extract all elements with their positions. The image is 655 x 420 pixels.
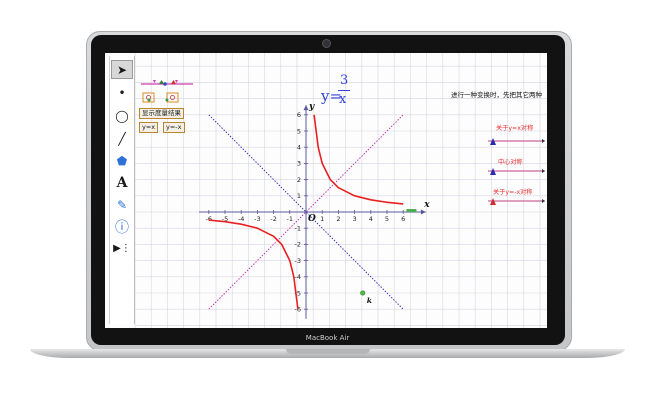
slider-label-center: 中心对称: [498, 159, 523, 166]
y-tick-label: -3: [295, 257, 301, 265]
slider-label-y-eq-x: 关于y=x对称: [496, 125, 534, 132]
y-tick-label: 1: [297, 192, 301, 200]
y-tick-label: -4: [295, 273, 301, 281]
laptop-notch: [286, 349, 370, 354]
y-eq-x-button[interactable]: y=x: [139, 122, 159, 133]
show-measure-button[interactable]: 显示度量结果: [139, 108, 184, 119]
x-tick-label: -2: [270, 215, 276, 223]
x-tick-label: -1: [287, 215, 293, 223]
point-k-label: k: [367, 296, 372, 305]
x-axis-arrow-icon: [420, 209, 426, 215]
device-brand: MacBook Air: [305, 334, 350, 342]
x-axis-label: x: [423, 200, 430, 210]
y-tick-label: 2: [297, 176, 301, 184]
custom-tool-icon[interactable]: ▶⋮: [111, 239, 133, 258]
y-axis-arrow-icon: [303, 105, 309, 111]
y-tick-label: -1: [295, 225, 301, 233]
x-tick-label: 2: [336, 215, 340, 223]
x-tick-label: -6: [206, 215, 212, 223]
x-tick-label: 3: [353, 215, 357, 223]
axis-handle: [406, 209, 417, 212]
mini-slider-point: [163, 82, 167, 86]
x-tick-label: -3: [254, 215, 260, 223]
control-point: [165, 98, 169, 102]
equation-fraction-bar: [338, 90, 350, 91]
straightedge-icon[interactable]: ╱: [111, 129, 133, 148]
y-tick-label: 6: [297, 111, 301, 119]
y-tick-label: 5: [297, 127, 301, 135]
x-tick-label: 5: [385, 215, 389, 223]
compass-circle-icon[interactable]: ◯: [111, 106, 133, 125]
marker-tool-icon[interactable]: ✎: [111, 195, 133, 214]
y-tick-label: 3: [297, 160, 301, 168]
toolbox: ➤ • ◯ ╱ ⬟ A ✎ ⓘ ▶⋮: [109, 56, 135, 324]
equation-denominator: x: [339, 92, 347, 107]
control-point: [147, 98, 151, 102]
transform-box-icon: [166, 92, 179, 103]
slider-end-icon: [542, 199, 545, 203]
mini-slider-handle: [159, 80, 164, 84]
x-tick-label: -4: [238, 215, 244, 223]
x-tick-label: 4: [369, 215, 373, 223]
instruction-text: 进行一种变换时，先把其它两种: [451, 91, 542, 99]
equation-numerator: 3: [340, 73, 349, 88]
point-tool-icon[interactable]: •: [111, 83, 133, 102]
y-tick-label: 4: [297, 144, 301, 152]
x-tick-label: 6: [401, 215, 405, 223]
y-eq-neg-x-button[interactable]: y=-x: [163, 122, 185, 133]
y-axis-label: y: [308, 102, 315, 112]
origin-label: O: [308, 214, 316, 224]
sketchpad-window: -6 -5 -4 -3 -2 -1 1 2 3 4 5 6 6 5 4 3 2 1 -1 -2 -3 -4 -5 -6 x y Ok…: [105, 53, 547, 328]
text-tool-icon[interactable]: A: [111, 173, 133, 192]
x-tick-label: 1: [320, 215, 324, 223]
camera-icon: [322, 39, 331, 48]
arrow-select-icon[interactable]: ➤: [111, 60, 133, 79]
slider-end-icon: [542, 169, 545, 173]
slider-label-y-eq-neg-x: 关于y=-x对称: [493, 189, 533, 196]
point-k: [360, 290, 366, 296]
information-icon[interactable]: ⓘ: [111, 217, 133, 236]
polygon-tool-icon[interactable]: ⬟: [111, 151, 133, 170]
transform-box-dot: [170, 95, 175, 100]
y-tick-label: -2: [295, 241, 301, 249]
mini-slider-handle: [171, 80, 176, 84]
slider-end-icon: [542, 139, 545, 143]
